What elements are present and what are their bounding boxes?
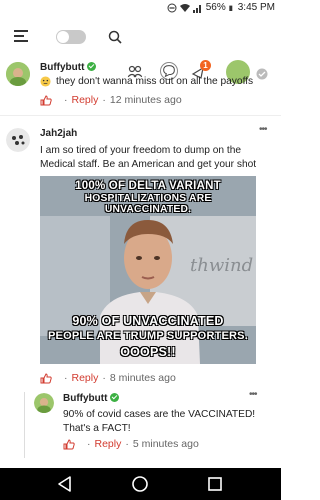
like-icon[interactable] xyxy=(40,94,52,106)
status-bar: 56% 3:45 PM xyxy=(0,0,281,18)
comment-timestamp: 8 minutes ago xyxy=(109,372,176,384)
top-toolbar xyxy=(0,18,281,58)
thread-line xyxy=(24,392,25,458)
reply-button[interactable]: Reply xyxy=(72,372,99,384)
search-icon[interactable] xyxy=(108,30,122,44)
svg-text:thwind: thwind xyxy=(190,255,253,276)
avatar[interactable] xyxy=(6,62,30,86)
home-icon[interactable] xyxy=(131,475,149,493)
verified-icon xyxy=(87,62,97,71)
clock: 3:45 PM xyxy=(237,2,275,13)
meme-bottom-text-3: OOOPS!! xyxy=(120,345,176,359)
verified-icon xyxy=(110,393,120,402)
avatar[interactable] xyxy=(6,128,30,152)
emoji-icon xyxy=(40,76,51,87)
recents-icon[interactable] xyxy=(206,475,224,493)
battery-icon xyxy=(229,5,233,11)
comment-timestamp: 5 minutes ago xyxy=(132,438,199,450)
back-icon[interactable] xyxy=(56,475,74,493)
comment-actions: · Reply · 8 minutes ago xyxy=(40,372,176,384)
like-icon[interactable] xyxy=(63,438,75,450)
meme-bottom-text-2: PEOPLE ARE TRUMP SUPPORTERS. xyxy=(48,330,248,342)
comment-text: 90% of covid cases are the VACCINATED! T… xyxy=(63,409,256,434)
comment-text: I am so tired of your freedom to dump on… xyxy=(40,145,257,170)
avatar[interactable] xyxy=(34,393,54,413)
do-not-disturb-icon xyxy=(167,3,177,12)
wifi-icon xyxy=(179,3,190,12)
comment-username[interactable]: Jah2jah xyxy=(40,128,77,139)
comment-text: they don't wanna miss out on all the pay… xyxy=(56,76,254,87)
android-nav-bar xyxy=(0,468,281,500)
comment-actions: · Reply · 12 minutes ago xyxy=(40,94,182,106)
comment-username[interactable]: Buffybutt xyxy=(40,62,97,73)
like-icon[interactable] xyxy=(40,372,52,384)
meme-image[interactable]: thwind 100% OF DELTA VARIANT HOSPITALIZA… xyxy=(40,176,256,364)
status-icons: 56% 3:45 PM xyxy=(167,2,275,13)
more-options-icon[interactable]: ••• xyxy=(259,124,267,135)
meme-top-text-1: 100% OF DELTA VARIANT xyxy=(75,180,221,192)
comment-timestamp: 12 minutes ago xyxy=(109,94,182,106)
comment-actions: · Reply · 5 minutes ago xyxy=(63,438,199,450)
meme-bottom-text-1: 90% OF UNVACCINATED xyxy=(72,314,224,328)
meme-top-text-2: HOSPITALIZATIONS ARE UNVACCINATED. xyxy=(84,193,212,215)
battery-percent: 56% xyxy=(205,2,226,13)
reply-button[interactable]: Reply xyxy=(72,94,99,106)
dark-mode-toggle[interactable] xyxy=(56,30,86,44)
signal-icon xyxy=(192,4,201,13)
comment-username[interactable]: Buffybutt xyxy=(63,393,120,404)
divider xyxy=(0,115,281,116)
menu-icon[interactable] xyxy=(14,30,28,44)
reply-button[interactable]: Reply xyxy=(95,438,122,450)
notification-badge[interactable]: 1 xyxy=(200,60,211,71)
more-options-icon[interactable]: ••• xyxy=(249,389,257,400)
